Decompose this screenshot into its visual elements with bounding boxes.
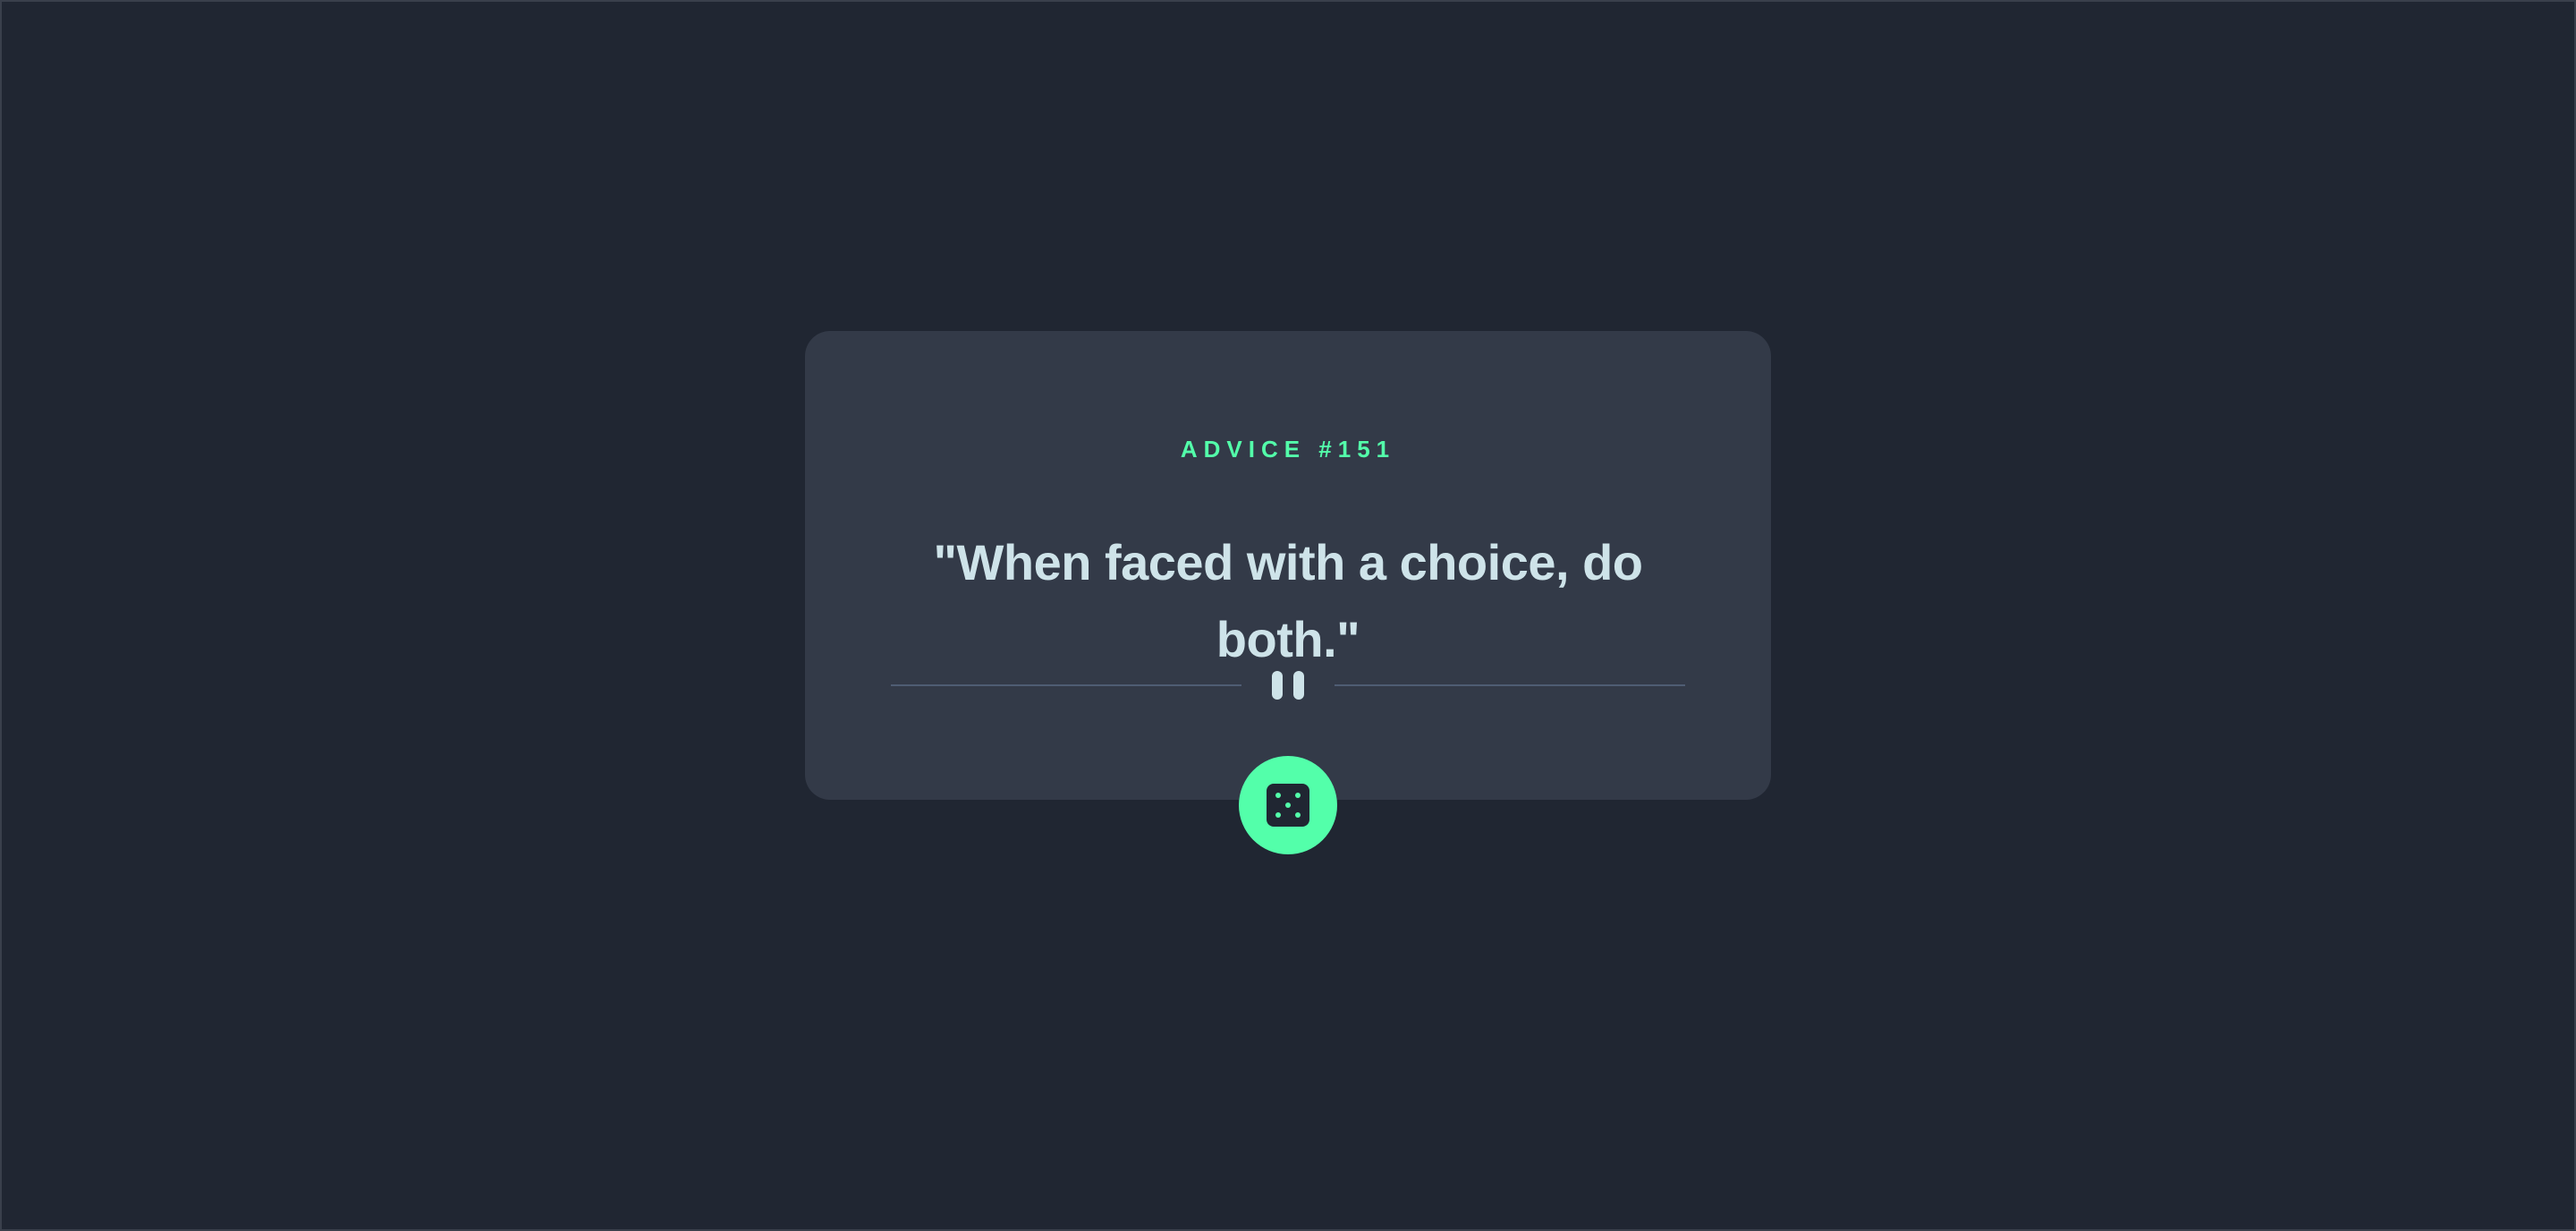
divider-line-left	[891, 684, 1241, 686]
pause-bar-right	[1293, 671, 1304, 700]
dice-pip	[1295, 812, 1301, 818]
generate-advice-button[interactable]	[1239, 756, 1337, 854]
divider	[891, 671, 1685, 700]
dice-pip	[1275, 812, 1281, 818]
advice-quote: "When faced with a choice, do both."	[933, 534, 1643, 667]
pause-icon	[1268, 671, 1308, 700]
advice-card: ADVICE #151 "When faced with a choice, d…	[805, 331, 1771, 800]
dice-icon	[1267, 784, 1309, 827]
dice-pip	[1275, 793, 1281, 798]
dice-pip	[1285, 802, 1291, 808]
divider-line-right	[1335, 684, 1685, 686]
advice-id: ADVICE #151	[1180, 436, 1396, 463]
dice-pip	[1295, 793, 1301, 798]
pause-bar-left	[1272, 671, 1283, 700]
